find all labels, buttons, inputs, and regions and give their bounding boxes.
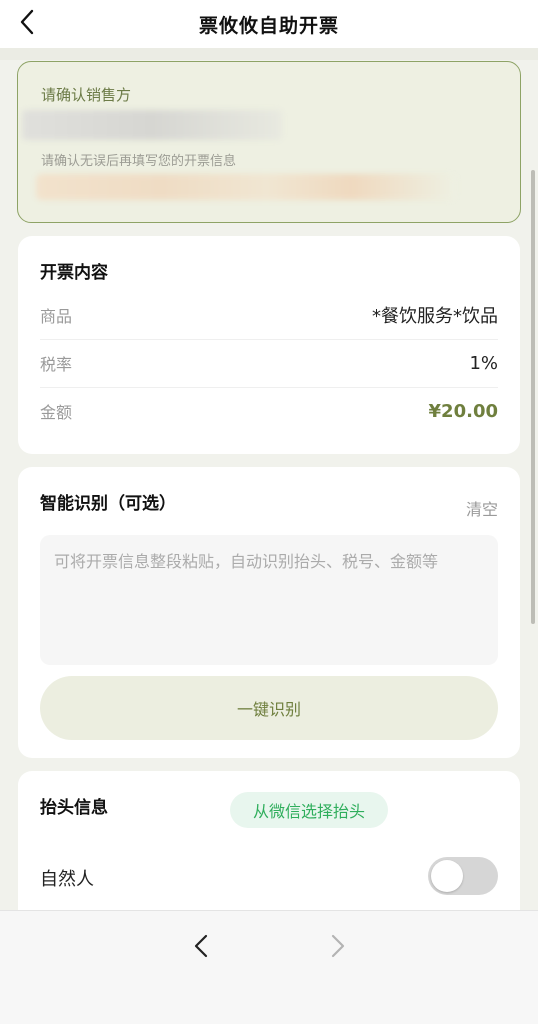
- chevron-left-icon: [20, 9, 34, 35]
- seller-hint: 请确认无误后再填写您的开票信息: [41, 154, 237, 169]
- tax-rate-label: 税率: [40, 355, 73, 374]
- row-amount: 金额 ¥20.00: [40, 387, 498, 435]
- amount-value: ¥20.00: [428, 400, 498, 422]
- clear-button[interactable]: 清空: [466, 496, 498, 520]
- browser-bottom-bar: [0, 910, 538, 1024]
- seller-title: 请确认销售方: [41, 86, 132, 104]
- browser-back-button[interactable]: [186, 931, 216, 961]
- row-goods: 商品 *餐饮服务*饮品: [40, 291, 498, 339]
- invoice-content-card: 开票内容 商品 *餐饮服务*饮品 税率 1% 金额 ¥20.00: [18, 236, 520, 454]
- tax-rate-value: 1%: [469, 352, 498, 374]
- smart-recognition-card: 智能识别（可选） 清空 可将开票信息整段粘贴，自动识别抬头、税号、金额等 一键识…: [18, 467, 520, 758]
- goods-value: *餐饮服务*饮品: [372, 306, 498, 327]
- toggle-knob: [431, 860, 463, 892]
- smart-recognition-title: 智能识别（可选）: [40, 494, 176, 514]
- back-button[interactable]: [12, 6, 42, 38]
- select-from-wechat-button[interactable]: 从微信选择抬头: [230, 792, 388, 828]
- amount-label: 金额: [40, 403, 73, 422]
- top-navigation-bar: 票攸攸自助开票: [0, 0, 538, 48]
- seller-taxid-redacted: [36, 174, 456, 200]
- row-tax-rate: 税率 1%: [40, 339, 498, 387]
- header-divider: [0, 48, 538, 60]
- chevron-left-icon: [194, 934, 208, 958]
- natural-person-toggle[interactable]: [428, 857, 498, 895]
- paste-textarea[interactable]: 可将开票信息整段粘贴，自动识别抬头、税号、金额等: [40, 535, 498, 665]
- natural-person-label: 自然人: [40, 869, 94, 890]
- seller-confirm-card: 请确认销售方 请确认无误后再填写您的开票信息: [17, 61, 521, 223]
- browser-forward-button[interactable]: [323, 931, 353, 961]
- page-title: 票攸攸自助开票: [198, 14, 339, 37]
- scrollbar[interactable]: [531, 170, 535, 624]
- invoice-header-card: 抬头信息 从微信选择抬头 自然人: [18, 771, 520, 931]
- invoice-content-title: 开票内容: [40, 263, 108, 283]
- goods-label: 商品: [40, 307, 73, 326]
- header-info-title: 抬头信息: [40, 798, 108, 818]
- one-click-recognize-button[interactable]: 一键识别: [40, 676, 498, 740]
- chevron-right-icon: [331, 934, 345, 958]
- seller-name-redacted: [22, 110, 282, 140]
